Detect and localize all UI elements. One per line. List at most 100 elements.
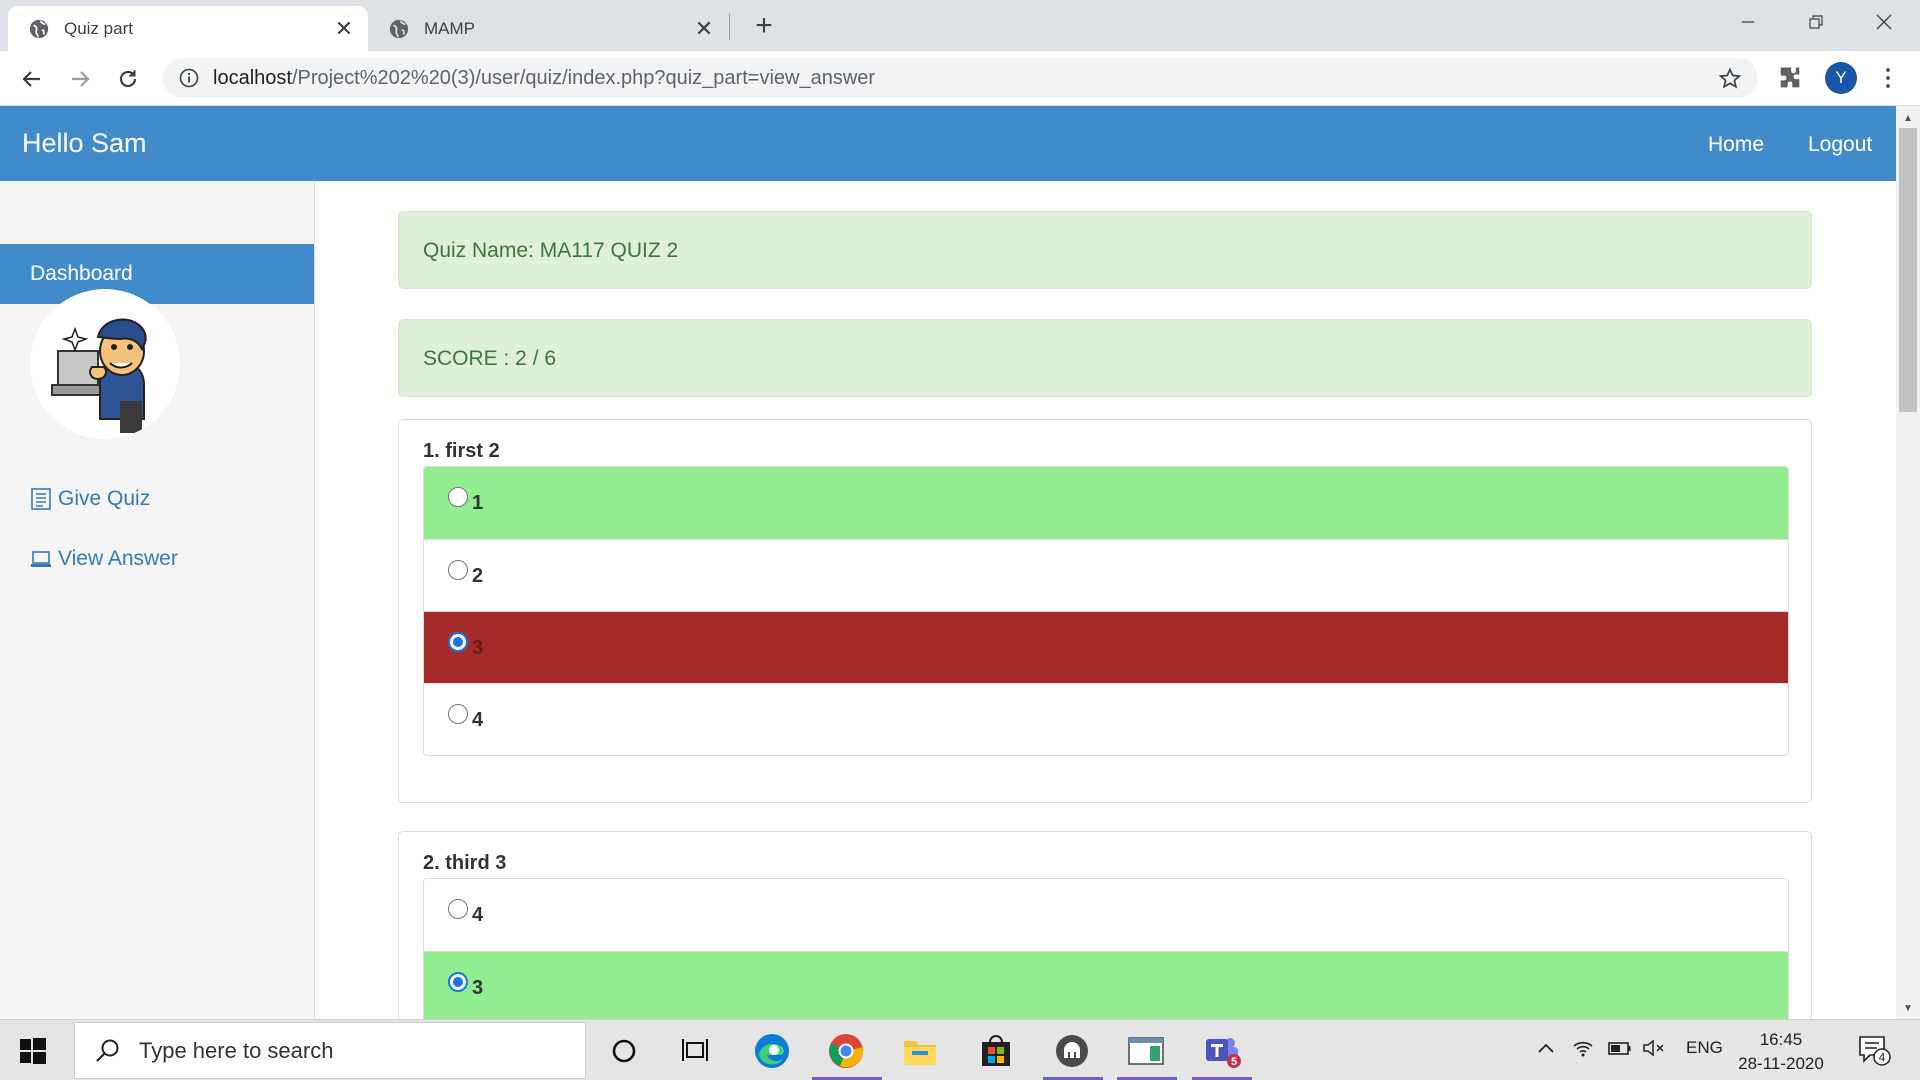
user-avatar-image — [51, 318, 147, 433]
windows-taskbar: Type here to search 5 ENG 16:45 28-11-20… — [0, 1019, 1920, 1080]
option-row[interactable]: 4 — [424, 683, 1788, 755]
tab-separator — [729, 14, 730, 40]
cortana-icon[interactable] — [604, 1031, 644, 1071]
web-page: Hello Sam Home Logout Dashboard Give Qui… — [0, 106, 1896, 1019]
url-text: localhost/Project%202%20(3)/user/quiz/in… — [213, 67, 875, 90]
task-view-icon[interactable] — [676, 1031, 716, 1071]
clock-time: 16:45 — [1759, 1030, 1803, 1049]
minimize-icon — [1742, 21, 1754, 23]
close-tab-icon[interactable]: ✕ — [692, 16, 716, 41]
teams-badge: 5 — [1231, 1056, 1237, 1068]
url-path: /Project%202%20(3)/user/quiz/index.php?q… — [291, 66, 876, 89]
chrome-browser-icon[interactable] — [826, 1031, 866, 1071]
option-label: 3 — [472, 637, 484, 659]
question-title: 1. first 2 — [423, 440, 500, 462]
navbar-brand[interactable]: Hello Sam — [22, 128, 147, 159]
file-explorer-icon[interactable] — [900, 1031, 940, 1071]
sidebar-item-view-answer[interactable]: View Answer — [30, 547, 178, 571]
mamp-window-icon[interactable] — [1126, 1031, 1166, 1071]
forward-button[interactable] — [64, 63, 96, 95]
option-radio[interactable] — [448, 487, 468, 507]
browser-menu-button[interactable] — [1876, 64, 1900, 92]
tab-title: Quiz part — [64, 18, 133, 38]
tab-title: MAMP — [424, 18, 475, 38]
scrollbar-thumb[interactable] — [1899, 128, 1917, 412]
info-icon[interactable] — [179, 68, 199, 88]
search-icon — [96, 1039, 119, 1062]
search-placeholder: Type here to search — [139, 1037, 334, 1063]
sidebar-item-dashboard[interactable]: Dashboard — [0, 244, 314, 304]
option-row[interactable]: 4 — [424, 879, 1788, 951]
option-label: 1 — [472, 492, 484, 514]
clock-date: 28-11-2020 — [1738, 1054, 1824, 1073]
option-radio[interactable] — [448, 899, 468, 919]
browser-tab-strip: Quiz part ✕ MAMP ✕ + — [0, 0, 1920, 51]
restore-icon — [1809, 15, 1823, 29]
option-label: 2 — [472, 565, 484, 587]
sidebar-item-label: View Answer — [58, 547, 178, 570]
option-label: 3 — [472, 977, 484, 999]
sidebar: Dashboard Give Quiz View Answer — [0, 181, 315, 1019]
notification-count: 4 — [1879, 1051, 1886, 1065]
top-navbar: Hello Sam Home Logout — [0, 106, 1896, 181]
globe-icon — [389, 19, 409, 38]
url-host: localhost — [213, 66, 292, 89]
option-label: 4 — [472, 904, 484, 926]
browser-toolbar: localhost/Project%202%20(3)/user/quiz/in… — [0, 51, 1920, 106]
option-radio-selected[interactable] — [448, 632, 468, 652]
nav-link-home[interactable]: Home — [1708, 133, 1764, 157]
question-panel: 1. first 2 1 2 3 4 — [398, 419, 1812, 803]
option-radio-selected[interactable] — [448, 972, 468, 992]
laptop-icon — [31, 551, 51, 567]
input-language-indicator[interactable]: ENG — [1686, 1038, 1723, 1058]
mamp-elephant-icon[interactable] — [1052, 1031, 1092, 1071]
scroll-down-arrow-icon[interactable]: ▼ — [1900, 1000, 1916, 1016]
close-tab-icon[interactable]: ✕ — [332, 16, 356, 41]
sidebar-item-label: Give Quiz — [58, 487, 151, 510]
sidebar-item-give-quiz[interactable]: Give Quiz — [30, 487, 150, 511]
teams-icon[interactable]: 5 — [1202, 1031, 1242, 1071]
option-radio[interactable] — [448, 704, 468, 724]
globe-icon — [29, 19, 49, 38]
tab-quiz-part[interactable]: Quiz part ✕ — [8, 6, 368, 51]
close-window-button[interactable] — [1850, 0, 1918, 44]
scroll-up-arrow-icon[interactable]: ▲ — [1900, 110, 1916, 126]
system-clock[interactable]: 16:45 28-11-2020 — [1728, 1028, 1834, 1076]
volume-muted-icon[interactable] — [1642, 1038, 1666, 1063]
reload-icon — [119, 70, 137, 88]
options-list: 4 3 — [423, 878, 1789, 1019]
quiz-name-alert: Quiz Name: MA117 QUIZ 2 — [398, 211, 1812, 289]
avatar — [30, 289, 180, 439]
option-row-correct[interactable]: 3 — [424, 951, 1788, 1019]
reload-button[interactable] — [112, 63, 144, 95]
question-title: 2. third 3 — [423, 852, 507, 874]
extensions-puzzle-icon[interactable] — [1776, 64, 1804, 92]
option-radio[interactable] — [448, 560, 468, 580]
score-alert: SCORE : 2 / 6 — [398, 319, 1812, 397]
option-row-wrong[interactable]: 3 — [424, 611, 1788, 683]
address-bar[interactable]: localhost/Project%202%20(3)/user/quiz/in… — [163, 58, 1758, 98]
restore-window-button[interactable] — [1782, 0, 1850, 44]
microsoft-store-icon[interactable] — [976, 1031, 1016, 1071]
nav-link-logout[interactable]: Logout — [1808, 133, 1872, 157]
bookmark-star-icon[interactable] — [1718, 67, 1742, 91]
show-hidden-icons-chevron-icon[interactable] — [1536, 1038, 1556, 1063]
action-center-notification-icon[interactable]: 4 — [1858, 1034, 1892, 1071]
question-panel: 2. third 3 4 3 — [398, 831, 1812, 1019]
option-row[interactable]: 2 — [424, 539, 1788, 611]
close-icon — [1876, 14, 1892, 30]
minimize-window-button[interactable] — [1714, 0, 1782, 44]
tab-mamp[interactable]: MAMP ✕ — [368, 6, 728, 51]
back-button[interactable] — [16, 63, 48, 95]
arrow-right-icon — [72, 71, 90, 87]
option-row-correct[interactable]: 1 — [424, 467, 1788, 539]
edge-browser-icon[interactable] — [752, 1031, 792, 1071]
options-list: 1 2 3 4 — [423, 466, 1789, 756]
windows-start-icon[interactable] — [20, 1038, 46, 1064]
profile-avatar-button[interactable]: Y — [1825, 62, 1857, 94]
taskbar-search-box[interactable]: Type here to search — [74, 1022, 586, 1079]
wifi-icon[interactable] — [1572, 1038, 1594, 1063]
battery-icon[interactable] — [1608, 1038, 1632, 1063]
arrow-left-icon — [22, 71, 40, 87]
new-tab-button[interactable]: + — [748, 9, 780, 42]
